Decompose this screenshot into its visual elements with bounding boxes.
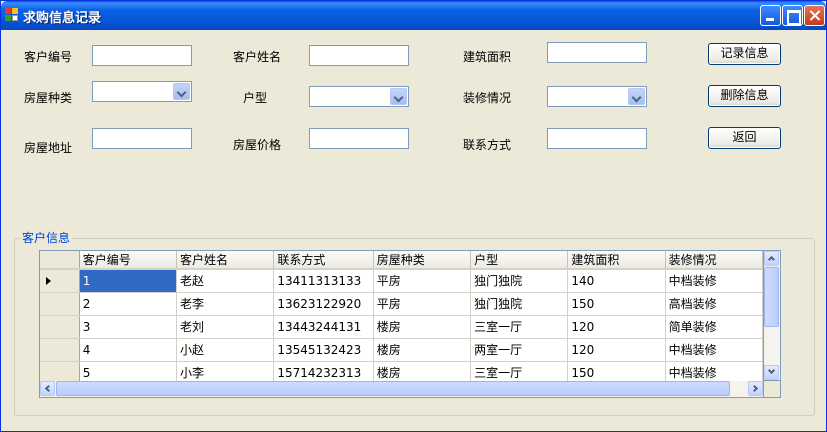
decoration-label: 装修情况 <box>463 91 512 105</box>
chevron-down-icon <box>767 366 776 375</box>
row-header[interactable] <box>40 315 80 339</box>
column-header[interactable]: 联系方式 <box>273 251 374 270</box>
horizontal-scrollbar[interactable] <box>39 381 764 398</box>
grid-cell[interactable]: 两室一厅 <box>470 338 569 362</box>
column-header[interactable]: 户型 <box>470 251 569 270</box>
column-header[interactable]: 客户编号 <box>79 251 178 270</box>
app-window-icon[interactable] <box>5 8 19 22</box>
chevron-down-icon[interactable] <box>628 88 645 105</box>
grid-cell[interactable]: 三室一厅 <box>470 315 569 339</box>
grid-cell[interactable]: 13443244131 <box>273 315 374 339</box>
grid-cell[interactable]: 平房 <box>373 269 472 293</box>
layout-label: 户型 <box>243 91 268 105</box>
grid-cell[interactable]: 独门独院 <box>470 292 569 316</box>
chevron-down-icon[interactable] <box>390 88 407 105</box>
house-type-label: 房屋种类 <box>24 91 73 105</box>
grid-cell[interactable]: 中档装修 <box>665 269 763 293</box>
grid-cell[interactable]: 老赵 <box>176 269 275 293</box>
grid-table: 客户编号 客户姓名 联系方式 房屋种类 户型 建筑面积 装修情况 1 老赵 13… <box>40 251 763 385</box>
scroll-down-button[interactable] <box>764 365 779 380</box>
customer-info-group-title: 客户信息 <box>20 229 73 246</box>
current-row-pointer-icon <box>46 276 51 285</box>
grid-cell[interactable]: 13411313133 <box>273 269 374 293</box>
row-header[interactable] <box>40 269 80 293</box>
grid-cell[interactable]: 小赵 <box>176 338 275 362</box>
column-header[interactable]: 装修情况 <box>665 251 763 270</box>
column-header[interactable]: 房屋种类 <box>373 251 472 270</box>
grid-corner-header[interactable] <box>40 251 80 270</box>
house-type-select[interactable] <box>92 81 192 102</box>
grid-cell[interactable]: 平房 <box>373 292 472 316</box>
chevron-down-icon[interactable] <box>173 83 190 100</box>
grid-cell[interactable]: 1 <box>79 269 178 293</box>
customer-data-grid[interactable]: 客户编号 客户姓名 联系方式 房屋种类 户型 建筑面积 装修情况 1 老赵 13… <box>39 250 764 398</box>
column-header[interactable]: 客户姓名 <box>176 251 275 270</box>
customer-name-input[interactable] <box>309 45 409 66</box>
grid-cell[interactable]: 3 <box>79 315 178 339</box>
table-row[interactable]: 3 老刘 13443244131 楼房 三室一厅 120 简单装修 <box>40 315 763 339</box>
scroll-right-button[interactable] <box>748 381 763 396</box>
main-window: 求购信息记录 客户编号 客户姓名 建筑面积 记录信息 房屋种类 户型 装修情况 … <box>0 0 827 432</box>
minimize-icon[interactable] <box>760 5 781 26</box>
scroll-up-button[interactable] <box>764 251 779 266</box>
column-header[interactable]: 建筑面积 <box>567 251 666 270</box>
contact-label: 联系方式 <box>463 138 512 152</box>
table-row[interactable]: 1 老赵 13411313133 平房 独门独院 140 中档装修 <box>40 269 763 293</box>
vertical-scrollbar[interactable] <box>764 250 781 381</box>
scroll-left-button[interactable] <box>40 381 55 396</box>
contact-input[interactable] <box>547 128 647 149</box>
table-row[interactable]: 4 小赵 13545132423 楼房 两室一厅 120 中档装修 <box>40 338 763 362</box>
address-input[interactable] <box>92 128 192 149</box>
grid-cell[interactable]: 150 <box>567 292 666 316</box>
area-label: 建筑面积 <box>463 50 512 64</box>
close-icon[interactable] <box>804 5 825 26</box>
decoration-select[interactable] <box>547 86 647 107</box>
horizontal-scroll-thumb[interactable] <box>56 381 730 396</box>
vertical-scroll-thumb[interactable] <box>764 267 779 327</box>
customer-name-label: 客户姓名 <box>233 50 282 64</box>
grid-cell[interactable]: 老刘 <box>176 315 275 339</box>
customer-id-label: 客户编号 <box>24 50 73 64</box>
back-button[interactable]: 返回 <box>708 127 781 149</box>
title-bar[interactable]: 求购信息记录 <box>1 1 826 30</box>
grid-header-row: 客户编号 客户姓名 联系方式 房屋种类 户型 建筑面积 装修情况 <box>40 251 763 270</box>
chevron-right-icon <box>750 384 759 393</box>
record-info-button[interactable]: 记录信息 <box>708 43 781 65</box>
delete-info-button[interactable]: 删除信息 <box>708 85 781 107</box>
grid-cell[interactable]: 140 <box>567 269 666 293</box>
price-label: 房屋价格 <box>233 138 282 152</box>
grid-cell[interactable]: 中档装修 <box>665 338 763 362</box>
grid-cell[interactable]: 4 <box>79 338 178 362</box>
chevron-up-icon <box>767 255 776 264</box>
grid-cell[interactable]: 2 <box>79 292 178 316</box>
table-row[interactable]: 2 老李 13623122920 平房 独门独院 150 高档装修 <box>40 292 763 316</box>
customer-id-input[interactable] <box>92 45 192 66</box>
grid-cell[interactable]: 楼房 <box>373 338 472 362</box>
grid-cell[interactable]: 120 <box>567 315 666 339</box>
grid-cell[interactable]: 13623122920 <box>273 292 374 316</box>
grid-cell[interactable]: 120 <box>567 338 666 362</box>
price-input[interactable] <box>309 128 409 149</box>
address-label: 房屋地址 <box>24 141 73 155</box>
maximize-icon[interactable] <box>782 5 803 26</box>
chevron-left-icon <box>44 384 53 393</box>
row-header[interactable] <box>40 338 80 362</box>
layout-select[interactable] <box>309 86 409 107</box>
grid-cell[interactable]: 简单装修 <box>665 315 763 339</box>
grid-cell[interactable]: 楼房 <box>373 315 472 339</box>
window-title: 求购信息记录 <box>23 11 102 26</box>
grid-cell[interactable]: 高档装修 <box>665 292 763 316</box>
grid-cell[interactable]: 独门独院 <box>470 269 569 293</box>
row-header[interactable] <box>40 292 80 316</box>
grid-cell[interactable]: 13545132423 <box>273 338 374 362</box>
grid-cell[interactable]: 老李 <box>176 292 275 316</box>
area-input[interactable] <box>547 42 647 63</box>
scrollbar-corner <box>764 381 781 398</box>
